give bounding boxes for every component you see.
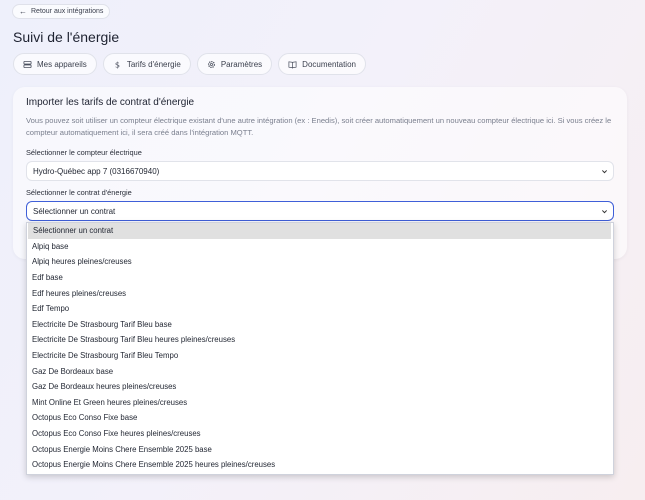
- contract-option[interactable]: Edf base: [27, 270, 613, 286]
- back-button-label: Retour aux intégrations: [31, 8, 104, 15]
- contract-option[interactable]: Sélectionner un contrat: [28, 223, 611, 239]
- svg-text:$: $: [115, 60, 120, 69]
- gear-icon: [207, 60, 215, 68]
- contract-option[interactable]: Electricite De Strasbourg Tarif Bleu heu…: [27, 332, 613, 348]
- contract-option[interactable]: Edf Tempo: [27, 301, 613, 317]
- contract-option[interactable]: Alpiq base: [27, 239, 613, 255]
- tab-bar: Mes appareils $ Tarifs d'énergie Paramèt…: [13, 53, 366, 75]
- contract-select-label: Sélectionner le contrat d'énergie: [26, 188, 132, 197]
- tab-label: Paramètres: [220, 59, 263, 69]
- contract-option[interactable]: Octopus Energie Moins Chere Ensemble 202…: [27, 457, 613, 473]
- tab-settings[interactable]: Paramètres: [196, 53, 273, 75]
- tab-label: Documentation: [302, 59, 356, 69]
- meter-select-label: Sélectionner le compteur électrique: [26, 148, 142, 157]
- meter-select[interactable]: Hydro-Québec app 7 (0316670940): [26, 161, 614, 181]
- contract-option[interactable]: Gaz De Bordeaux heures pleines/creuses: [27, 379, 613, 395]
- contract-select-value: Sélectionner un contrat: [33, 206, 116, 216]
- server-icon: [23, 60, 32, 68]
- meter-select-value: Hydro-Québec app 7 (0316670940): [33, 166, 160, 176]
- contract-option[interactable]: Electricite De Strasbourg Tarif Bleu bas…: [27, 317, 613, 333]
- contract-select[interactable]: Sélectionner un contrat: [26, 201, 614, 221]
- chevron-down-icon: [601, 210, 608, 214]
- contract-option[interactable]: Gaz De Bordeaux base: [27, 363, 613, 379]
- tab-label: Tarifs d'énergie: [126, 59, 181, 69]
- back-to-integrations-button[interactable]: ← Retour aux intégrations: [12, 4, 111, 19]
- contract-option[interactable]: Alpiq heures pleines/creuses: [27, 254, 613, 270]
- chevron-down-icon: [601, 170, 608, 174]
- tab-my-devices[interactable]: Mes appareils: [13, 53, 97, 75]
- contract-dropdown-list[interactable]: Sélectionner un contrat Alpiq base Alpiq…: [26, 222, 614, 475]
- tab-documentation[interactable]: Documentation: [278, 53, 366, 75]
- contract-option[interactable]: Octopus Eco Conso Fixe heures pleines/cr…: [27, 426, 613, 442]
- contract-option[interactable]: Electricite De Strasbourg Tarif Bleu Tem…: [27, 348, 613, 364]
- contract-option[interactable]: Octopus Eco Conso Fixe base: [27, 410, 613, 426]
- page-title: Suivi de l'énergie: [13, 29, 120, 45]
- card-title: Importer les tarifs de contrat d'énergie: [26, 97, 195, 108]
- arrow-left-icon: ←: [19, 6, 27, 16]
- card-description: Vous pouvez soit utiliser un compteur él…: [26, 116, 612, 137]
- tab-energy-tariffs[interactable]: $ Tarifs d'énergie: [102, 53, 191, 75]
- contract-option[interactable]: Edf heures pleines/creuses: [27, 285, 613, 301]
- tab-label: Mes appareils: [37, 59, 87, 69]
- contract-option[interactable]: Mint Online Et Green heures pleines/creu…: [27, 395, 613, 411]
- contract-option[interactable]: Octopus Energie Moins Chere Ensemble 202…: [27, 441, 613, 457]
- dollar-icon: $: [115, 60, 120, 69]
- book-icon: [288, 60, 297, 69]
